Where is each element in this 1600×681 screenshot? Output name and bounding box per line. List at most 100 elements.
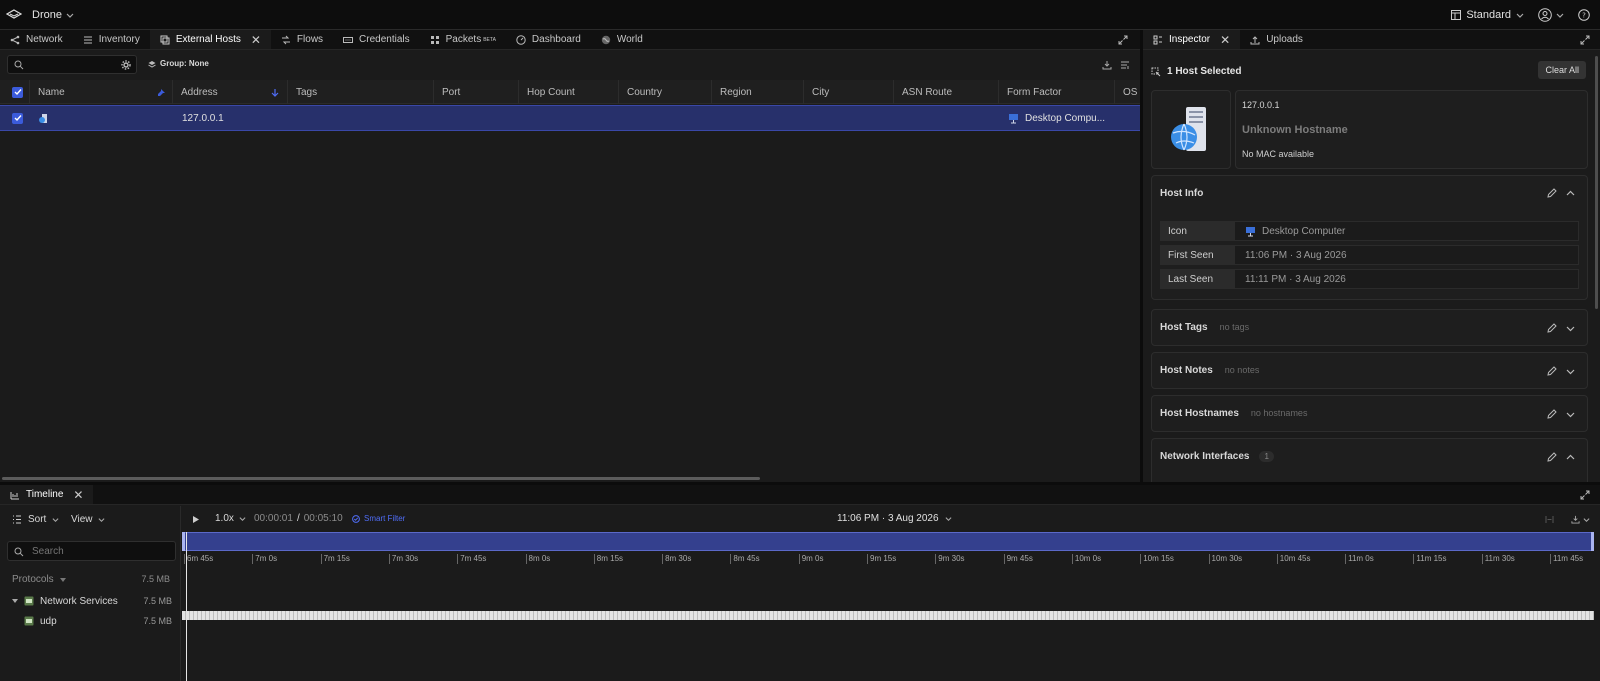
host-tags-section[interactable]: Host Tags no tags (1151, 309, 1588, 346)
layers-icon (148, 60, 156, 68)
chevron-up-icon[interactable] (1566, 189, 1575, 198)
user-menu[interactable] (1538, 7, 1564, 22)
time-tick: 10m 15s (1140, 554, 1174, 564)
time-range-brush[interactable] (182, 532, 1594, 551)
mode-label: Standard (1466, 8, 1511, 21)
download-icon (1571, 515, 1580, 524)
column-header-name[interactable]: Name (30, 80, 173, 104)
select-all-cell[interactable] (0, 80, 30, 104)
tab-uploads[interactable]: Uploads (1240, 30, 1313, 49)
pencil-icon[interactable] (1547, 188, 1557, 198)
gear-icon[interactable] (121, 60, 131, 70)
tab-credentials[interactable]: Credentials (333, 30, 420, 49)
time-tick: 10m 45s (1276, 554, 1310, 564)
download-icon[interactable] (1102, 60, 1112, 70)
sort-desc-icon[interactable] (271, 88, 279, 97)
vertical-scrollbar[interactable] (1595, 56, 1598, 309)
pencil-icon[interactable] (1547, 409, 1557, 419)
group-selector[interactable]: Group: None (148, 59, 209, 68)
smart-filter-toggle[interactable]: Smart Filter (352, 514, 405, 523)
tree-item-label: Network Services (40, 595, 118, 607)
playhead[interactable] (186, 532, 187, 681)
tab-external-hosts[interactable]: External Hosts ✕ (149, 30, 271, 49)
time-tick: 7m 15s (320, 554, 350, 564)
timeline-search-input[interactable] (32, 545, 172, 558)
field-value-icon[interactable]: Desktop Computer (1234, 221, 1579, 241)
column-header-city[interactable]: City (804, 80, 894, 104)
selection-header: 1 Host Selected (1151, 66, 1241, 77)
tab-label: Flows (296, 34, 324, 45)
chevron-down-icon[interactable] (1566, 324, 1575, 333)
row-checkbox[interactable] (12, 112, 23, 124)
chevron-down-icon[interactable] (1566, 410, 1575, 419)
tab-dashboard[interactable]: Dashboard (506, 30, 591, 49)
host-notes-section[interactable]: Host Notes no notes (1151, 352, 1588, 389)
host-mac: No MAC available (1242, 149, 1315, 159)
column-header-port[interactable]: Port (434, 80, 519, 104)
search-field[interactable] (7, 55, 137, 74)
app-switcher[interactable]: Drone (32, 9, 74, 21)
fit-range-icon[interactable] (1545, 515, 1554, 524)
close-icon[interactable]: ✕ (1220, 33, 1230, 47)
tab-inspector[interactable]: Inspector ✕ (1143, 30, 1241, 49)
section-title[interactable]: Host Info (1160, 188, 1203, 199)
chevron-down-icon (66, 13, 74, 18)
column-header-address[interactable]: Address (173, 80, 288, 104)
tab-flows[interactable]: Flows (271, 30, 333, 49)
expand-icon[interactable] (1580, 490, 1590, 500)
total-time: 00:05:10 (303, 513, 343, 524)
tab-network[interactable]: Network (0, 30, 73, 49)
play-icon[interactable] (192, 515, 200, 524)
horizontal-scrollbar[interactable] (2, 477, 760, 480)
empty-hint: no notes (1224, 365, 1260, 375)
pencil-icon[interactable] (1547, 452, 1557, 462)
protocols-size: 7.5 MB (141, 574, 170, 584)
speed-selector[interactable]: 1.0x (215, 513, 246, 524)
tree-item-network-services[interactable]: Network Services 7.5 MB (12, 592, 172, 610)
column-header-os[interactable]: OS (1115, 80, 1140, 104)
expand-icon[interactable] (1118, 35, 1128, 45)
column-header-form-factor[interactable]: Form Factor (999, 80, 1115, 104)
caret-down-icon[interactable] (12, 598, 18, 604)
table-row[interactable]: 127.0.0.1 Desktop Compu... (0, 105, 1140, 131)
time-tick: 8m 15s (593, 554, 623, 564)
column-header-region[interactable]: Region (712, 80, 804, 104)
close-icon[interactable]: ✕ (73, 488, 83, 502)
protocols-header[interactable]: Protocols (12, 574, 66, 585)
column-header-tags[interactable]: Tags (288, 80, 434, 104)
date-selector[interactable]: 11:06 PM · 3 Aug 2026 (837, 513, 952, 524)
tab-inventory[interactable]: Inventory (73, 30, 150, 49)
clear-all-button[interactable]: Clear All (1538, 61, 1586, 79)
pencil-icon[interactable] (1547, 323, 1557, 333)
host-summary-card: 127.0.0.1 Unknown Hostname No MAC availa… (1235, 90, 1588, 169)
row-checkbox-cell[interactable] (12, 106, 23, 130)
chevron-down-icon[interactable] (1566, 367, 1575, 376)
pencil-icon[interactable] (1547, 366, 1557, 376)
range-handle-right[interactable] (1591, 532, 1594, 551)
host-hostnames-section[interactable]: Host Hostnames no hostnames (1151, 395, 1588, 432)
export-menu[interactable] (1571, 515, 1590, 524)
tab-packets[interactable]: Packets BETA (420, 30, 506, 49)
tree-item-udp[interactable]: udp 7.5 MB (24, 612, 172, 630)
column-header-country[interactable]: Country (619, 80, 712, 104)
expand-icon[interactable] (1580, 35, 1590, 45)
chevron-up-icon[interactable] (1566, 453, 1575, 462)
column-header-hop-count[interactable]: Hop Count (519, 80, 619, 104)
tab-world[interactable]: World (591, 30, 653, 49)
search-input[interactable] (28, 58, 120, 71)
timeline-search-field[interactable] (7, 541, 176, 561)
network-interfaces-section[interactable]: Network Interfaces 1 (1151, 438, 1588, 482)
desktop-computer-icon (1009, 113, 1018, 123)
tab-timeline[interactable]: Timeline ✕ (0, 485, 94, 504)
column-header-asn-route[interactable]: ASN Route (894, 80, 999, 104)
range-handle-left[interactable] (182, 532, 185, 551)
mode-selector[interactable]: Standard (1451, 9, 1524, 21)
sort-button[interactable]: Sort (12, 514, 59, 525)
column-settings-icon[interactable] (1120, 60, 1130, 70)
view-button[interactable]: View (71, 514, 105, 525)
section-title: Host Tags no tags (1160, 322, 1250, 333)
select-all-checkbox[interactable] (12, 86, 23, 98)
close-icon[interactable]: ✕ (251, 33, 261, 47)
help-icon[interactable]: ? (1578, 8, 1590, 21)
pin-icon[interactable] (157, 88, 166, 97)
